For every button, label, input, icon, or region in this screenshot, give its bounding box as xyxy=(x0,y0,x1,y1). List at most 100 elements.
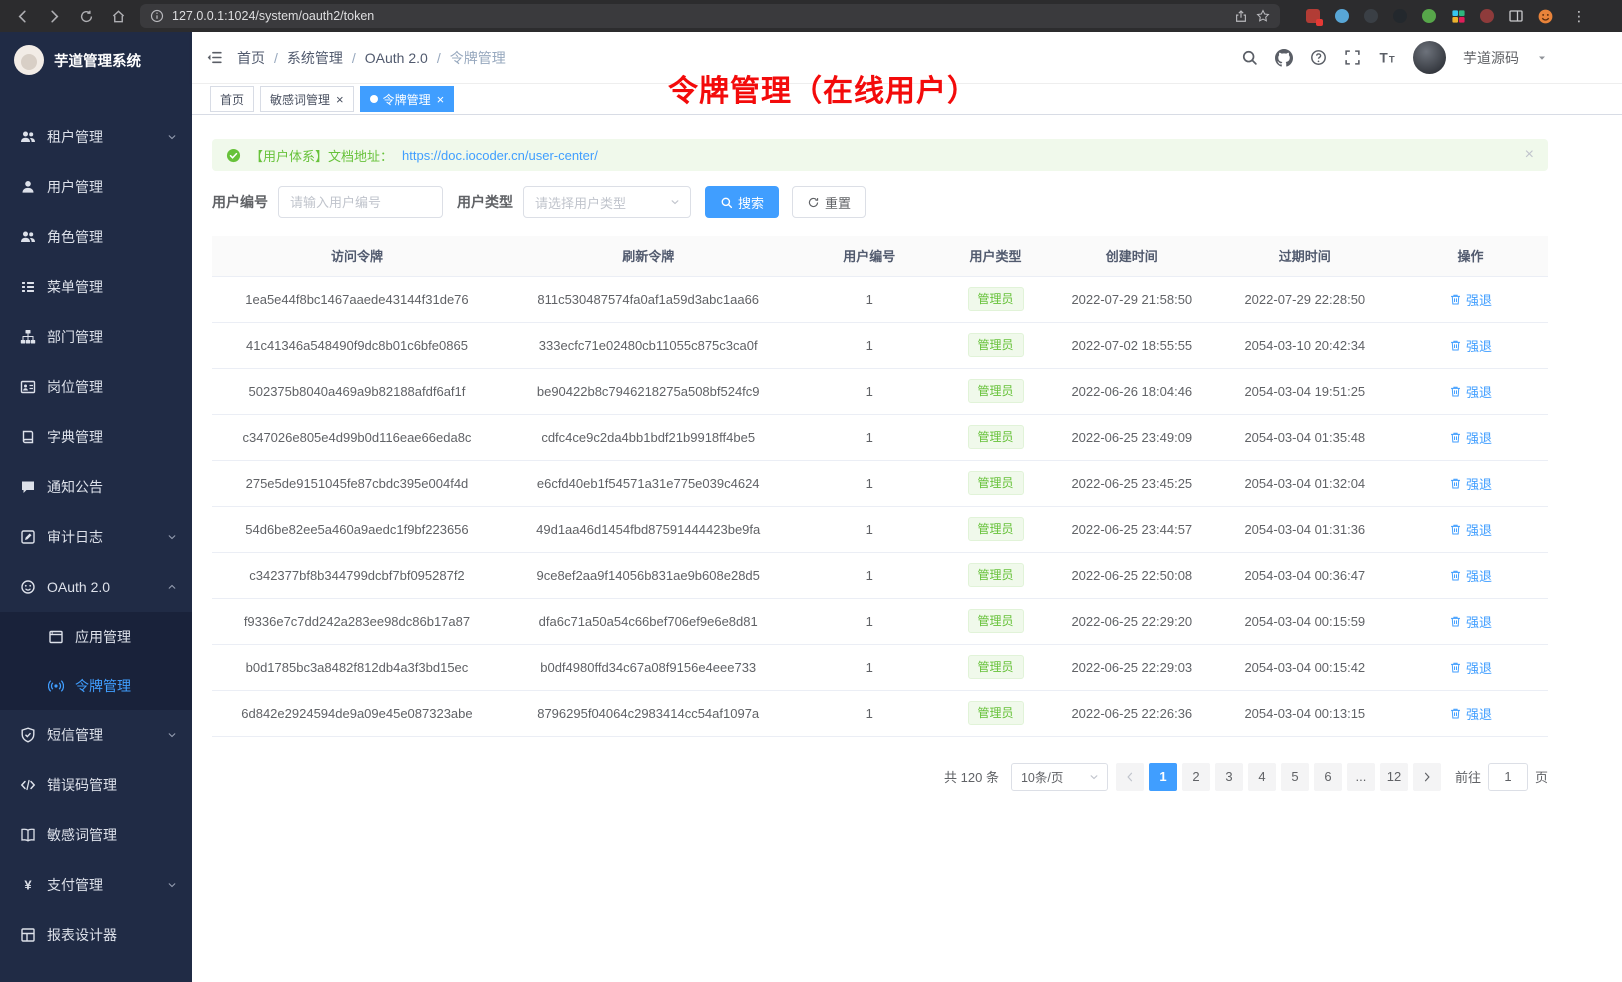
search-icon[interactable] xyxy=(1241,49,1258,66)
sidebar-item-notice[interactable]: 通知公告 xyxy=(0,462,192,512)
logo-avatar xyxy=(14,45,44,75)
breadcrumb-item[interactable]: OAuth 2.0 xyxy=(365,50,428,66)
sidebar-item-user[interactable]: 用户管理 xyxy=(0,162,192,212)
chevron-down-icon[interactable] xyxy=(1536,52,1548,64)
forward-icon[interactable] xyxy=(44,6,64,26)
user-avatar[interactable] xyxy=(1413,41,1446,74)
page-button-2[interactable]: 2 xyxy=(1182,763,1210,791)
page-size-select[interactable]: 10条/页 xyxy=(1011,763,1108,791)
more-pages-button[interactable]: ... xyxy=(1347,763,1375,791)
token-row: 54d6be82ee5a460a9aedc1f9bf22365649d1aa46… xyxy=(212,506,1548,552)
extension-black-icon[interactable] xyxy=(1391,7,1409,25)
refresh-token-cell: 49d1aa46d1454fbd87591444423be9fa xyxy=(502,506,795,552)
page-button-3[interactable]: 3 xyxy=(1215,763,1243,791)
force-logout-button[interactable]: 强退 xyxy=(1449,474,1492,493)
extension-green-icon[interactable] xyxy=(1420,7,1438,25)
token-row: 275e5de9151045fe87cbdc395e004f4de6cfd40e… xyxy=(212,460,1548,506)
sidebar-item-report-designer[interactable]: 报表设计器 xyxy=(0,910,192,960)
tab-sensitive-word[interactable]: 敏感词管理× xyxy=(260,86,354,112)
extension-colorful-icon[interactable] xyxy=(1449,7,1467,25)
sidebar-item-post[interactable]: 岗位管理 xyxy=(0,362,192,412)
app-logo[interactable]: 芋道管理系统 xyxy=(0,32,192,88)
annotation-token-management: 令牌管理（在线用户） xyxy=(668,66,978,110)
next-page-button[interactable] xyxy=(1413,763,1441,791)
fullscreen-icon[interactable] xyxy=(1344,49,1361,66)
refresh-token-cell: be90422b8c7946218275a508bf524fc9 xyxy=(502,368,795,414)
force-logout-button[interactable]: 强退 xyxy=(1449,566,1492,585)
sidebar-item-oauth2-application[interactable]: 应用管理 xyxy=(0,612,192,661)
sidebar-item-audit-log[interactable]: 审计日志 xyxy=(0,512,192,562)
profile-avatar-icon[interactable] xyxy=(1536,7,1554,25)
sidebar-item-menu[interactable]: 菜单管理 xyxy=(0,262,192,312)
chevron-down-icon xyxy=(1088,771,1100,783)
reload-icon[interactable] xyxy=(76,6,96,26)
extension-blue-icon[interactable] xyxy=(1333,7,1351,25)
prev-page-button[interactable] xyxy=(1116,763,1144,791)
access-token-cell: c347026e805e4d99b0d116eae66eda8c xyxy=(212,414,502,460)
force-logout-button[interactable]: 强退 xyxy=(1449,428,1492,447)
sidebar-item-role[interactable]: 角色管理 xyxy=(0,212,192,262)
sidebar-item-sms[interactable]: 短信管理 xyxy=(0,710,192,760)
sidebar-item-error-code[interactable]: 错误码管理 xyxy=(0,760,192,810)
bookmark-star-icon[interactable] xyxy=(1256,9,1270,23)
sidebar-item-pay[interactable]: ¥支付管理 xyxy=(0,860,192,910)
force-logout-button[interactable]: 强退 xyxy=(1449,290,1492,309)
force-logout-button[interactable]: 强退 xyxy=(1449,520,1492,539)
home-icon[interactable] xyxy=(108,6,128,26)
extension-dark-icon[interactable] xyxy=(1362,7,1380,25)
force-logout-button[interactable]: 强退 xyxy=(1449,382,1492,401)
column-header: 用户类型 xyxy=(944,236,1047,276)
sidebar-item-oauth2[interactable]: OAuth 2.0 xyxy=(0,562,192,612)
breadcrumb-item[interactable]: 首页 xyxy=(237,48,265,68)
doc-link[interactable]: https://doc.iocoder.cn/user-center/ xyxy=(402,148,598,163)
browser-menu-icon[interactable]: ⋮ xyxy=(1572,8,1586,25)
access-token-cell: b0d1785bc3a8482f812db4a3f3bd15ec xyxy=(212,644,502,690)
sidebar-item-dept[interactable]: 部门管理 xyxy=(0,312,192,362)
force-logout-button[interactable]: 强退 xyxy=(1449,704,1492,723)
tab-home[interactable]: 首页 xyxy=(210,86,254,112)
table-body: 1ea5e44f8bc1467aaede43144f31de76811c5304… xyxy=(212,276,1548,736)
github-icon[interactable] xyxy=(1275,49,1293,67)
tab-token[interactable]: 令牌管理× xyxy=(360,86,455,112)
force-logout-button[interactable]: 强退 xyxy=(1449,658,1492,677)
font-size-icon[interactable]: TT xyxy=(1378,49,1396,67)
page-button-6[interactable]: 6 xyxy=(1314,763,1342,791)
url-text[interactable]: 127.0.0.1:1024/system/oauth2/token xyxy=(172,9,1226,23)
extension-maroon-icon[interactable] xyxy=(1478,7,1496,25)
page-button-5[interactable]: 5 xyxy=(1281,763,1309,791)
token-row: b0d1785bc3a8482f812db4a3f3bd15ecb0df4980… xyxy=(212,644,1548,690)
access-token-cell: 6d842e2924594de9a09e45e087323abe xyxy=(212,690,502,736)
extension-red-icon[interactable] xyxy=(1304,7,1322,25)
back-icon[interactable] xyxy=(12,6,32,26)
panel-toggle-icon[interactable] xyxy=(1507,7,1525,25)
user-name[interactable]: 芋道源码 xyxy=(1463,48,1519,68)
info-icon[interactable] xyxy=(150,9,164,23)
user-id-cell: 1 xyxy=(794,598,944,644)
address-bar[interactable]: 127.0.0.1:1024/system/oauth2/token xyxy=(140,4,1280,28)
page-button-4[interactable]: 4 xyxy=(1248,763,1276,791)
expire-time-cell: 2054-03-04 01:31:36 xyxy=(1217,506,1393,552)
user-type-select[interactable]: 请选择用户类型 xyxy=(523,186,691,218)
page-button-12[interactable]: 12 xyxy=(1380,763,1408,791)
search-button[interactable]: 搜索 xyxy=(705,186,779,218)
sidebar-item-tenant[interactable]: 租户管理 xyxy=(0,112,192,162)
sidebar-item-sensitive-word[interactable]: 敏感词管理 xyxy=(0,810,192,860)
goto-page-input[interactable] xyxy=(1488,763,1528,791)
force-logout-button[interactable]: 强退 xyxy=(1449,612,1492,631)
user-id-input[interactable] xyxy=(278,186,443,218)
svg-text:¥: ¥ xyxy=(24,878,32,893)
sidebar-item-dict[interactable]: 字典管理 xyxy=(0,412,192,462)
sidebar-fold-icon[interactable] xyxy=(206,49,223,66)
expire-time-cell: 2054-03-04 00:15:42 xyxy=(1217,644,1393,690)
sidebar-item-oauth2-token[interactable]: 令牌管理 xyxy=(0,661,192,710)
share-icon[interactable] xyxy=(1234,9,1248,23)
force-logout-button[interactable]: 强退 xyxy=(1449,336,1492,355)
reset-button[interactable]: 重置 xyxy=(792,186,866,218)
page-button-1[interactable]: 1 xyxy=(1149,763,1177,791)
help-icon[interactable] xyxy=(1310,49,1327,66)
breadcrumb-item[interactable]: 系统管理 xyxy=(287,48,343,68)
refresh-token-cell: b0df4980ffd34c67a08f9156e4eee733 xyxy=(502,644,795,690)
close-tab-icon[interactable]: × xyxy=(437,93,445,106)
close-tab-icon[interactable]: × xyxy=(336,93,344,106)
alert-close-icon[interactable]: × xyxy=(1525,147,1534,163)
